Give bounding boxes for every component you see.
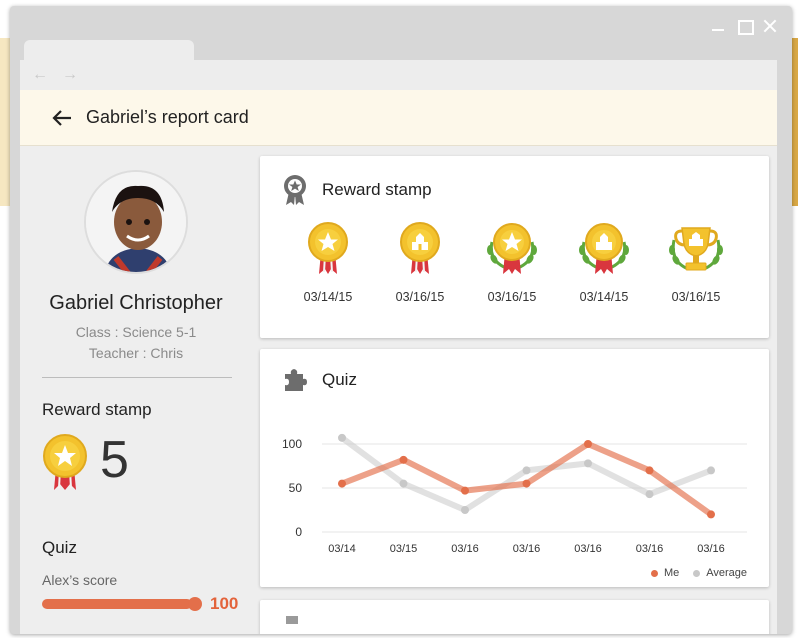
data-point-me: [584, 440, 592, 448]
close-icon[interactable]: [762, 18, 778, 34]
data-point-me: [522, 479, 531, 488]
x-tick-label: 03/14: [328, 543, 356, 555]
reward-card-header: Reward stamp: [282, 174, 432, 206]
data-point-me: [645, 466, 654, 475]
building-medal-laurel-icon: [579, 223, 629, 274]
stamp-item[interactable]: 03/14/15: [558, 222, 650, 304]
arrow-left-icon: [52, 109, 71, 126]
x-tick-label: 03/15: [390, 543, 418, 555]
window-controls: [710, 18, 778, 35]
reward-count: 5: [100, 431, 129, 489]
student-teacher: Teacher : Chris: [88, 345, 184, 361]
stamp-item[interactable]: 03/16/15: [374, 222, 466, 304]
data-point-average: [399, 479, 408, 488]
score-label: Alex’s score: [42, 572, 118, 588]
x-tick-label: 03/16: [574, 543, 602, 555]
medal-icon: [42, 434, 88, 497]
stamp-date: 03/16/15: [671, 290, 721, 304]
y-tick-label: 100: [282, 437, 302, 451]
page-title: Gabriel’s report card: [86, 107, 249, 127]
avatar: [84, 170, 188, 274]
quiz-label: Quiz: [42, 538, 77, 557]
data-point-me: [461, 486, 469, 495]
y-tick-label: 0: [295, 525, 302, 539]
building-medal-icon: [400, 222, 440, 274]
data-point-me: [399, 455, 408, 464]
quiz-card-header: Quiz: [282, 367, 357, 393]
chart-legend: Me Average: [650, 567, 747, 579]
score-bar-knob: [188, 597, 202, 611]
stamp-date: 03/16/15: [487, 290, 537, 304]
minimize-icon[interactable]: [710, 18, 726, 34]
child-portrait-icon: [86, 172, 186, 272]
stamp-item[interactable]: 03/14/15: [282, 222, 374, 304]
legend-item-me: Me: [650, 567, 680, 579]
stamp-item[interactable]: 03/16/15: [650, 222, 742, 304]
stamp-date: 03/14/15: [303, 290, 353, 304]
data-point-average: [522, 466, 531, 475]
legend-dot-me: [650, 569, 658, 577]
quiz-card: Quiz 100 50 0 03/14 03/15 03/16 03/16 03/16 03/1…: [260, 349, 769, 587]
data-point-average: [461, 506, 469, 514]
student-name: Gabriel Christopher: [49, 292, 223, 314]
background-accent: [792, 38, 798, 206]
back-button[interactable]: [42, 98, 82, 138]
maximize-icon[interactable]: [736, 18, 754, 35]
data-point-average: [707, 466, 715, 475]
stamp-date: 03/16/15: [395, 290, 445, 304]
legend-label-me: Me: [663, 567, 680, 579]
next-card: [260, 600, 769, 634]
x-tick-label: 03/16: [697, 543, 725, 555]
star-medal-laurel-icon: [487, 223, 537, 274]
data-point-average: [584, 459, 592, 468]
award-ribbon-icon: [284, 175, 306, 205]
quiz-line-chart: 100 50 0 03/14 03/15 03/16 03/16 03/16 03/16 03/1…: [282, 433, 747, 555]
main-content: Gabriel Christopher Class : Science 5-1 …: [20, 146, 777, 634]
y-tick-label: 50: [289, 481, 303, 495]
stamp-item[interactable]: 03/16/15: [466, 222, 558, 304]
nav-forward-icon[interactable]: →: [62, 66, 78, 84]
score-value: 100: [210, 594, 239, 613]
x-tick-label: 03/16: [451, 543, 479, 555]
reward-stamp-label: Reward stamp: [42, 400, 152, 419]
reward-card-title: Reward stamp: [322, 180, 432, 199]
score-bar: [42, 599, 192, 609]
quiz-card-title: Quiz: [322, 370, 357, 389]
browser-tab[interactable]: [24, 40, 194, 62]
legend-item-average: Average: [693, 567, 747, 579]
divider: [42, 377, 232, 378]
reward-stamp-card: Reward stamp 03/14/15 03/16/15 03/16/15 …: [260, 156, 769, 338]
card-header-icon: [286, 616, 298, 624]
data-point-average: [645, 490, 654, 499]
data-point-me: [707, 510, 715, 519]
trophy-laurel-icon: [669, 227, 723, 271]
browser-window: ← → Gabriel’s report card Gabriel Christ…: [10, 6, 792, 634]
data-point-average: [338, 433, 346, 442]
student-sidebar: Gabriel Christopher Class : Science 5-1 …: [20, 146, 246, 634]
stamp-list: 03/14/15 03/16/15 03/16/15 03/14/15 03/1…: [260, 222, 769, 322]
data-point-me: [338, 479, 346, 488]
x-tick-label: 03/16: [636, 543, 664, 555]
legend-label-average: Average: [706, 567, 747, 579]
student-class: Class : Science 5-1: [75, 324, 197, 340]
star-medal-icon: [308, 222, 348, 274]
legend-dot-average: [693, 569, 701, 577]
stamp-date: 03/14/15: [579, 290, 629, 304]
app-bar: Gabriel’s report card: [20, 90, 777, 146]
title-bar: [10, 6, 792, 62]
browser-nav-bar: ← →: [20, 60, 777, 90]
puzzle-icon: [285, 369, 307, 391]
x-tick-label: 03/16: [513, 543, 541, 555]
nav-back-icon[interactable]: ←: [32, 66, 48, 84]
